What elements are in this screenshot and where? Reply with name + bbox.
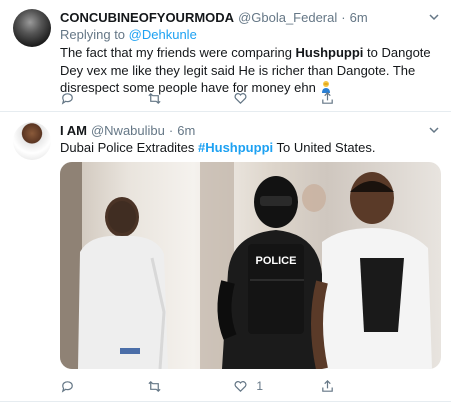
tweet[interactable]: CONCUBINEOFYOURMODA @Gbola_Federal · 6m …: [0, 0, 451, 112]
tweet-text: The fact that my friends were comparing …: [60, 44, 441, 97]
timestamp[interactable]: 6m: [350, 10, 368, 25]
hashtag-link[interactable]: #Hushpuppi: [198, 140, 273, 155]
tweet-content: CONCUBINEOFYOURMODA @Gbola_Federal · 6m …: [60, 8, 441, 97]
share-icon: [322, 379, 333, 392]
user-handle[interactable]: @Nwabulibu: [91, 123, 165, 138]
tweet-header: I AM @Nwabulibu · 6m: [60, 121, 441, 139]
share-button[interactable]: [320, 90, 390, 106]
user-handle[interactable]: @Gbola_Federal: [238, 10, 337, 25]
heart-icon: [234, 92, 247, 104]
tweet[interactable]: I AM @Nwabulibu · 6m Dubai Police Extrad…: [0, 112, 451, 402]
timestamp[interactable]: 6m: [177, 123, 195, 138]
display-name[interactable]: CONCUBINEOFYOURMODA: [60, 10, 234, 25]
tweet-text-part: Dubai Police Extradites: [60, 140, 199, 155]
avatar[interactable]: [13, 122, 51, 160]
reply-button[interactable]: [60, 378, 130, 394]
share-icon: [322, 91, 333, 104]
share-button[interactable]: [320, 378, 390, 394]
tweet-text-part: To United States.: [273, 140, 376, 155]
tweet-text-part: The fact that my friends were comparing: [60, 45, 296, 60]
tweet-actions: [60, 90, 390, 106]
tweet-header: CONCUBINEOFYOURMODA @Gbola_Federal · 6m: [60, 8, 441, 26]
retweet-icon: [148, 380, 161, 392]
media-photo: POLICE: [60, 162, 432, 369]
tweet-text: Dubai Police Extradites #Hushpuppi To Un…: [60, 139, 441, 157]
tweet-content: I AM @Nwabulibu · 6m Dubai Police Extrad…: [60, 121, 441, 157]
tweet-media-image[interactable]: POLICE: [60, 162, 441, 369]
vest-text: POLICE: [256, 255, 297, 267]
chevron-down-icon[interactable]: [427, 10, 441, 24]
tweet-text-bold: Hushpuppi: [295, 45, 364, 60]
avatar[interactable]: [13, 9, 51, 47]
retweet-icon: [148, 92, 161, 104]
chevron-down-icon[interactable]: [427, 123, 441, 137]
separator-dot: ·: [168, 122, 174, 138]
separator-dot: ·: [341, 9, 346, 25]
retweet-button[interactable]: [147, 90, 217, 106]
retweet-button[interactable]: [147, 378, 217, 394]
like-count: 1: [256, 379, 263, 393]
replying-to-link[interactable]: @Dehkunle: [129, 27, 197, 42]
replying-to: Replying to @Dehkunle: [60, 26, 441, 44]
replying-to-label: Replying to: [60, 27, 126, 42]
tweet-actions: 1: [60, 378, 390, 394]
like-button[interactable]: 1: [233, 378, 303, 394]
reply-icon: [61, 92, 73, 105]
like-button[interactable]: [233, 90, 303, 106]
reply-icon: [61, 380, 73, 393]
reply-button[interactable]: [60, 90, 130, 106]
heart-icon: [234, 380, 247, 392]
display-name[interactable]: I AM: [60, 123, 87, 138]
